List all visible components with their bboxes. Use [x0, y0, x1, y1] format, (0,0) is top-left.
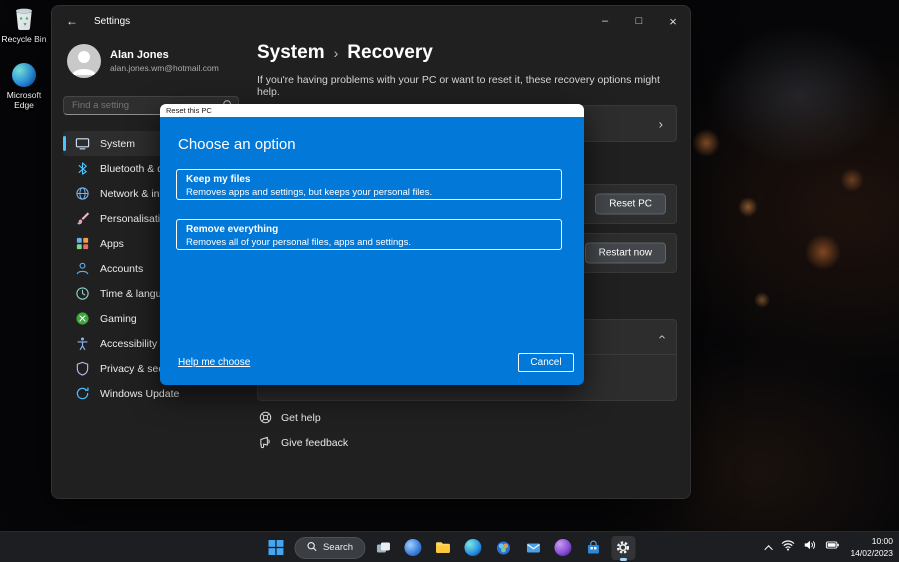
close-button[interactable]: ×	[656, 6, 690, 36]
edge-icon	[0, 62, 48, 88]
user-profile[interactable]: Alan Jones alan.jones.wm@hotmail.com	[67, 44, 257, 78]
sidebar-item-label: Gaming	[100, 313, 137, 325]
restart-now-button[interactable]: Restart now	[585, 243, 666, 264]
xbox-icon	[75, 311, 90, 326]
clipchamp-button[interactable]	[551, 536, 575, 560]
breadcrumb-system[interactable]: System	[257, 42, 325, 64]
taskbar-clock[interactable]: 10:00 14/02/2023	[848, 536, 893, 558]
give-feedback-link[interactable]: Give feedback	[259, 436, 348, 449]
page-description: If you're having problems with your PC o…	[257, 74, 667, 98]
recycle-bin-icon	[0, 6, 48, 32]
bluetooth-icon	[75, 161, 90, 176]
edge-icon	[465, 539, 482, 556]
cancel-button[interactable]: Cancel	[518, 353, 574, 372]
footer-links: Get help Give feedback	[259, 411, 348, 461]
edge-shortcut[interactable]: Microsoft Edge	[0, 62, 48, 110]
sidebar-item-label: Windows Update	[100, 388, 179, 400]
file-explorer-icon	[435, 539, 452, 556]
dialog-titlebar: Reset this PC	[160, 104, 584, 117]
file-explorer-button[interactable]	[431, 536, 455, 560]
option-description: Removes apps and settings, but keeps you…	[186, 187, 552, 199]
feedback-icon	[259, 436, 272, 449]
clock-icon	[75, 286, 90, 301]
mail-icon	[525, 540, 541, 556]
chevron-up-icon[interactable]	[765, 545, 773, 553]
sidebar-item-label: Accessibility	[100, 338, 157, 350]
breadcrumb-chevron-icon: ›	[334, 45, 339, 61]
user-name: Alan Jones	[110, 49, 219, 61]
system-icon	[75, 136, 90, 151]
chevron-right-icon: ›	[659, 116, 663, 131]
start-button[interactable]	[264, 536, 288, 560]
avatar	[67, 44, 101, 78]
user-email: alan.jones.wm@hotmail.com	[110, 63, 219, 73]
volume-icon[interactable]	[803, 538, 817, 557]
gear-icon	[616, 540, 631, 555]
store-button[interactable]	[581, 536, 605, 560]
taskbar: Search	[0, 531, 899, 562]
battery-icon[interactable]	[825, 538, 840, 557]
task-view-button[interactable]	[371, 536, 395, 560]
window-title: Settings	[94, 16, 130, 27]
edge-label: Microsoft Edge	[0, 90, 48, 110]
option-title: Keep my files	[186, 173, 552, 187]
titlebar: ← Settings – □ ×	[52, 6, 690, 36]
minimize-button[interactable]: –	[588, 6, 622, 36]
back-icon[interactable]: ←	[66, 14, 86, 28]
photos-button[interactable]	[491, 536, 515, 560]
page-title: Recovery	[347, 42, 433, 64]
apps-grid-icon	[75, 236, 90, 251]
photos-icon	[495, 540, 511, 556]
get-help-link[interactable]: Get help	[259, 411, 348, 424]
dialog-body: Choose an option Keep my files Removes a…	[160, 117, 584, 385]
mail-button[interactable]	[521, 536, 545, 560]
reset-pc-button[interactable]: Reset PC	[595, 194, 666, 215]
sidebar-item-label: Apps	[100, 238, 124, 250]
update-icon	[75, 386, 90, 401]
taskbar-center: Search	[264, 532, 635, 562]
recycle-bin-label: Recycle Bin	[0, 34, 48, 44]
clipchamp-icon	[555, 539, 572, 556]
store-icon	[585, 540, 601, 556]
get-help-label: Get help	[281, 412, 321, 424]
search-icon	[306, 541, 317, 555]
widgets-icon	[405, 539, 422, 556]
maximize-button[interactable]: □	[622, 6, 656, 36]
taskbar-search[interactable]: Search	[294, 537, 365, 559]
task-view-icon	[375, 540, 391, 556]
windows-logo-icon	[268, 540, 283, 555]
globe-icon	[75, 186, 90, 201]
option-description: Removes all of your personal files, apps…	[186, 237, 552, 249]
get-help-icon	[259, 411, 272, 424]
help-me-choose-link[interactable]: Help me choose	[178, 357, 250, 368]
keep-my-files-option[interactable]: Keep my files Removes apps and settings,…	[176, 169, 562, 200]
sidebar-item-label: System	[100, 138, 135, 150]
clock-time: 10:00	[850, 536, 893, 547]
edge-button[interactable]	[461, 536, 485, 560]
remove-everything-option[interactable]: Remove everything Removes all of your pe…	[176, 219, 562, 250]
dialog-heading: Choose an option	[178, 136, 296, 153]
reset-this-pc-dialog: Reset this PC Choose an option Keep my f…	[160, 104, 584, 385]
wifi-icon[interactable]	[781, 538, 795, 557]
shield-icon	[75, 361, 90, 376]
search-label: Search	[323, 542, 353, 553]
recycle-bin-shortcut[interactable]: Recycle Bin	[0, 6, 48, 44]
settings-button[interactable]	[611, 536, 635, 560]
person-icon	[75, 261, 90, 276]
accessibility-icon	[75, 336, 90, 351]
widgets-button[interactable]	[401, 536, 425, 560]
give-feedback-label: Give feedback	[281, 437, 348, 449]
breadcrumb: System › Recovery	[257, 42, 690, 64]
clock-date: 14/02/2023	[850, 548, 893, 559]
sidebar-item-label: Accounts	[100, 263, 143, 275]
chevron-up-icon[interactable]: ›	[653, 335, 668, 339]
option-title: Remove everything	[186, 223, 552, 237]
system-tray: 10:00 14/02/2023	[767, 532, 893, 562]
brush-icon	[75, 211, 90, 226]
